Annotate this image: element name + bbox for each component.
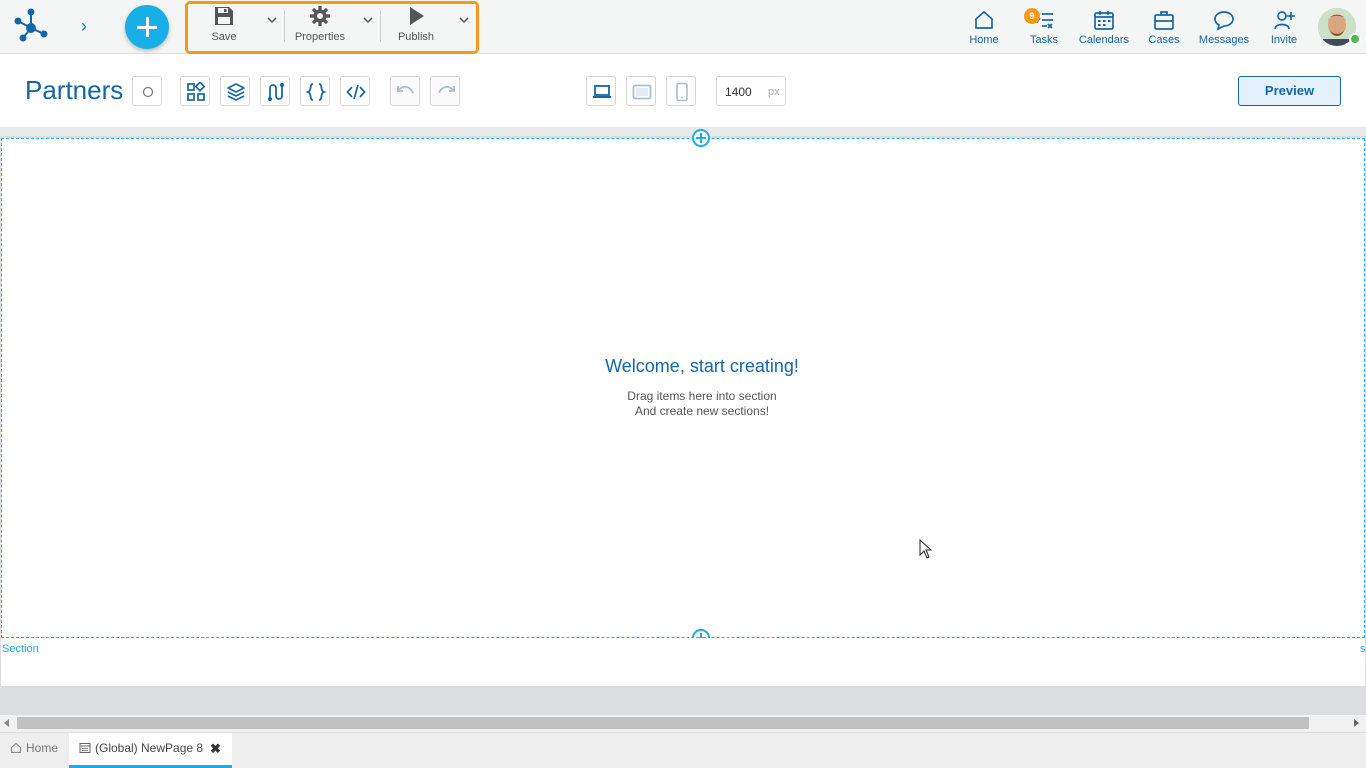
section-label[interactable]: Section	[2, 643, 39, 655]
scroll-left-arrow-icon[interactable]	[4, 719, 9, 727]
components-icon	[187, 82, 206, 101]
add-user-icon	[1274, 11, 1295, 30]
layers-button[interactable]	[220, 76, 250, 106]
section-label-right: s	[1360, 643, 1366, 655]
horizontal-scrollbar[interactable]	[0, 715, 1366, 732]
nav-calendars[interactable]: Calendars	[1078, 9, 1130, 47]
close-tab-icon[interactable]: ✖	[210, 741, 221, 757]
play-icon	[410, 7, 424, 25]
tab-home[interactable]: Home	[0, 733, 69, 768]
status-indicator-icon	[142, 86, 154, 98]
redo-icon	[438, 86, 455, 94]
properties-button[interactable]: Properties	[280, 5, 360, 47]
variables-button[interactable]	[300, 76, 330, 106]
briefcase-icon	[1154, 11, 1174, 30]
welcome-hint-line-1: Drag items here into section	[627, 389, 777, 403]
tab-home-label: Home	[26, 741, 59, 755]
save-button[interactable]: Save	[184, 5, 264, 47]
create-new-button[interactable]	[125, 5, 169, 49]
canvas-ruler	[0, 127, 1366, 136]
publish-label: Publish	[397, 31, 435, 43]
status-button[interactable]	[132, 76, 162, 106]
gear-icon	[310, 6, 330, 26]
preview-button[interactable]: Preview	[1238, 76, 1341, 106]
properties-dropdown-chevron-icon[interactable]	[360, 12, 376, 28]
canvas-width-unit: px	[768, 86, 780, 98]
home-icon	[975, 11, 993, 29]
code-icon	[346, 84, 366, 100]
desktop-view-button[interactable]	[586, 76, 616, 106]
flow-button[interactable]	[260, 76, 290, 106]
nav-invite-label: Invite	[1270, 34, 1298, 46]
top-bar: › Save Properties Publish Home Tasks 9 C…	[0, 0, 1366, 54]
tasks-count-badge: 9	[1024, 8, 1040, 24]
nav-messages[interactable]: Messages	[1198, 9, 1250, 47]
canvas-width-input[interactable]: 1400 px	[716, 76, 786, 106]
online-status-indicator	[1349, 33, 1361, 45]
expand-menu-button[interactable]: ›	[74, 15, 94, 37]
calendar-icon	[1094, 11, 1114, 30]
page-icon	[79, 743, 91, 753]
nav-tasks-label: Tasks	[1029, 34, 1059, 46]
nav-home[interactable]: Home	[964, 9, 1004, 47]
save-icon	[215, 7, 233, 25]
components-button[interactable]	[180, 76, 210, 106]
nav-cases-label: Cases	[1148, 34, 1180, 46]
app-logo-icon[interactable]	[13, 8, 49, 44]
desktop-icon	[593, 85, 611, 98]
save-label: Save	[211, 31, 237, 43]
canvas-width-value: 1400	[725, 85, 752, 99]
bottom-tab-bar: Home (Global) NewPage 8 ✖	[0, 732, 1366, 768]
nav-invite[interactable]: Invite	[1264, 9, 1304, 47]
redo-button[interactable]	[430, 76, 460, 106]
tablet-view-button[interactable]	[626, 76, 656, 106]
properties-label: Properties	[294, 31, 346, 43]
publish-button[interactable]: Publish	[376, 5, 456, 47]
undo-icon	[397, 86, 414, 94]
tablet-icon	[632, 84, 652, 100]
welcome-hint-line-2: And create new sections!	[634, 404, 770, 418]
welcome-title: Welcome, start creating!	[605, 356, 799, 376]
tab-newpage-label: (Global) NewPage 8	[95, 741, 204, 755]
save-dropdown-chevron-icon[interactable]	[264, 12, 280, 28]
mouse-cursor-icon	[919, 539, 933, 559]
section-footer-area	[1, 638, 1365, 686]
braces-icon	[306, 83, 326, 101]
tab-newpage[interactable]: (Global) NewPage 8 ✖	[69, 733, 232, 768]
scrollbar-thumb[interactable]	[17, 717, 1309, 729]
nav-messages-label: Messages	[1198, 34, 1250, 46]
home-icon	[10, 742, 22, 754]
nav-cases[interactable]: Cases	[1144, 9, 1184, 47]
layers-icon	[227, 83, 245, 101]
source-code-button[interactable]	[340, 76, 370, 106]
design-canvas: Welcome, start creating! Drag items here…	[0, 127, 1366, 717]
section-dropzone[interactable]	[1, 138, 1365, 638]
undo-button[interactable]	[390, 76, 420, 106]
nav-home-label: Home	[969, 34, 999, 46]
chat-bubble-icon	[1214, 11, 1234, 31]
mobile-icon	[676, 82, 688, 102]
page-title: Partners	[25, 75, 124, 105]
designer-toolbar: Partners 1400 px Preview	[0, 55, 1366, 127]
add-section-above-button[interactable]	[692, 129, 710, 147]
flow-icon	[268, 83, 284, 101]
mobile-view-button[interactable]	[666, 76, 696, 106]
scroll-right-arrow-icon[interactable]	[1354, 719, 1359, 727]
nav-calendars-label: Calendars	[1078, 34, 1130, 46]
publish-dropdown-chevron-icon[interactable]	[456, 12, 472, 28]
